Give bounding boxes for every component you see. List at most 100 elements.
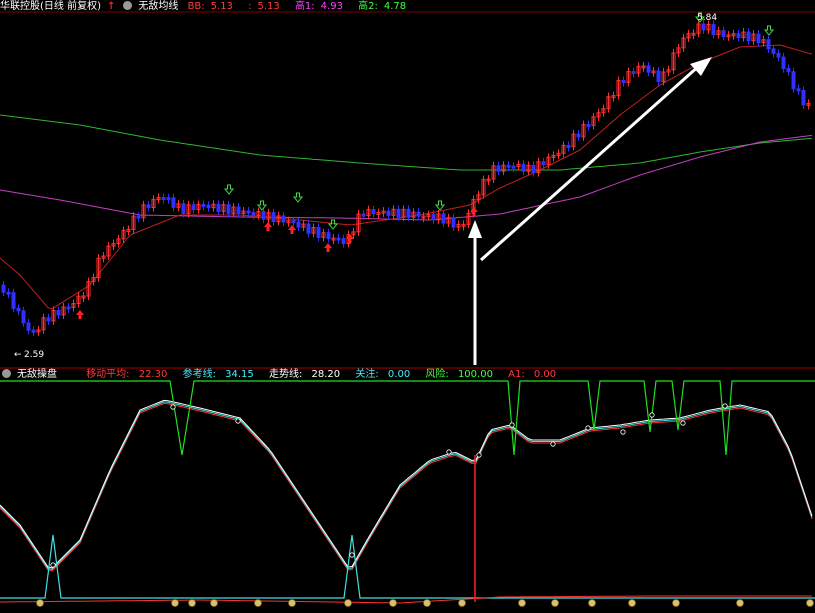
settings-gear-icon[interactable] <box>2 369 11 378</box>
candlestick <box>136 215 141 219</box>
candlestick <box>541 161 546 166</box>
candlestick <box>801 89 806 106</box>
candlestick <box>216 203 221 212</box>
osc-item-ref: 参考线: 34.15 <box>182 369 254 380</box>
signal-marker <box>722 403 728 409</box>
osc-indicator-name[interactable]: 无敌操盘 <box>17 369 57 380</box>
candlestick <box>336 237 341 241</box>
candlestick <box>736 33 741 39</box>
candlestick <box>6 291 11 295</box>
candlestick <box>291 220 296 224</box>
signal-marker <box>620 429 626 435</box>
top-header: 华联控股(日线 前复权) ↑ 无敌均线 BB: 5.13 :5.13 高1: 4.93 … <box>0 0 418 14</box>
trend-arrow-head-icon <box>690 57 712 76</box>
candlestick <box>191 204 196 211</box>
coin-icon <box>588 599 596 607</box>
osc-red-line <box>0 402 813 572</box>
candlestick <box>721 30 726 38</box>
candlestick <box>396 208 401 218</box>
signal-marker <box>476 452 482 458</box>
candlestick <box>766 39 771 50</box>
coin-icon <box>518 599 526 607</box>
chart-stage: 5.84 2.59 ← 华联控股(日线 前复权) ↑ 无敌均线 BB: 5.13 :5… <box>0 0 815 610</box>
candlestick <box>521 163 526 172</box>
candlestick <box>21 310 26 324</box>
low-arrow-icon: ← <box>14 350 22 360</box>
candlestick <box>66 306 71 310</box>
candlestick <box>31 329 36 333</box>
candlestick <box>171 197 176 208</box>
candlestick <box>386 210 391 216</box>
candlestick <box>146 204 151 209</box>
buy-arrow-icon <box>288 225 296 234</box>
candlestick <box>771 48 776 54</box>
focus-line <box>0 534 815 599</box>
up-arrow-icon: ↑ <box>106 1 116 12</box>
buy-arrow-icon <box>470 207 478 216</box>
candlestick <box>711 24 716 36</box>
candlestick <box>341 238 346 245</box>
indicator-name[interactable]: 无敌均线 <box>138 1 178 12</box>
candlestick <box>406 208 411 218</box>
osc-item-ma: 移动平均: 22.30 <box>86 369 168 380</box>
candlestick <box>586 124 591 128</box>
coin-icon <box>628 599 636 607</box>
candlestick <box>181 203 186 214</box>
settings-gear-icon[interactable] <box>123 1 133 10</box>
buy-arrow-icon <box>324 243 332 252</box>
signal-marker <box>446 449 452 455</box>
candlestick <box>451 217 456 228</box>
candlestick <box>776 52 781 58</box>
candlestick <box>791 71 796 90</box>
coin-icon <box>551 599 559 607</box>
osc-item-trend: 走势线: 28.20 <box>268 369 341 380</box>
candlestick <box>236 206 241 214</box>
oscillator-panel <box>0 380 815 607</box>
candlestick <box>566 144 571 148</box>
candlestick <box>361 213 366 217</box>
coin-icon <box>254 599 262 607</box>
coin-icon <box>389 599 397 607</box>
candlestick <box>251 211 256 216</box>
sell-arrow-icon <box>256 200 268 211</box>
coin-icon <box>672 599 680 607</box>
candlestick <box>306 223 311 234</box>
sell-arrow-icon <box>292 192 304 203</box>
candlestick <box>261 211 266 220</box>
candlestick <box>576 133 581 138</box>
candlestick <box>441 213 446 224</box>
candlestick <box>1 284 6 293</box>
candlestick <box>56 310 61 316</box>
ma-long-line <box>0 114 813 171</box>
sell-arrow-icon <box>763 25 775 36</box>
price-panel <box>0 12 813 365</box>
candlestick <box>11 292 16 309</box>
candlestick <box>26 322 31 331</box>
buy-arrow-icon <box>76 310 84 319</box>
candlestick <box>746 31 751 42</box>
candlestick <box>246 210 251 214</box>
candlestick <box>316 227 321 238</box>
sell-arrow-icon <box>434 200 446 211</box>
security-title[interactable]: 华联控股(日线 前复权) <box>0 1 101 12</box>
sell-arrow-icon <box>327 219 339 230</box>
candlestick <box>206 204 211 209</box>
candlestick <box>161 196 166 200</box>
chart-canvas[interactable]: 5.84 2.59 ← <box>0 0 815 610</box>
sell-arrow-icon <box>223 184 235 195</box>
candlestick <box>506 164 511 168</box>
coin-icon <box>288 599 296 607</box>
osc-item-a1: A1: 0.00 <box>508 369 557 380</box>
candlestick <box>46 317 51 322</box>
candlestick <box>496 165 501 172</box>
ma-short-line <box>0 44 813 310</box>
candlestick <box>621 80 626 84</box>
candlestick <box>166 197 171 201</box>
signal-marker <box>585 425 591 431</box>
candlestick <box>631 71 636 75</box>
candlestick <box>271 212 276 223</box>
osc-cyan-line <box>0 401 813 571</box>
candlestick <box>786 68 791 73</box>
buy-arrow-icon <box>264 222 272 231</box>
a1-line <box>0 595 812 604</box>
